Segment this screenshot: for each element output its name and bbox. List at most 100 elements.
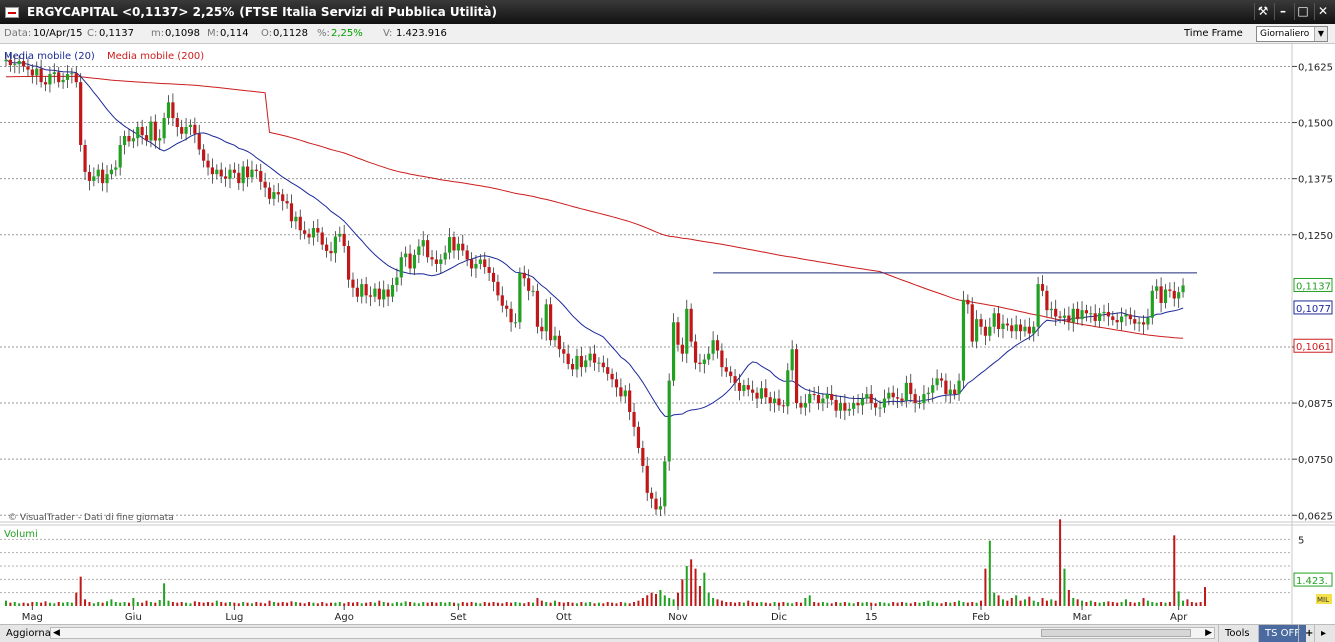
volume-bar [22,602,25,606]
volume-bar [567,602,570,606]
candle-body [245,166,250,178]
candle-body [931,385,935,393]
candle-body [663,461,667,507]
candle-body [122,136,127,145]
volume-bar [1089,600,1092,606]
candle-body [970,304,974,342]
volume-bar [9,602,12,606]
volume-bar [624,602,627,606]
volume-bar [242,602,245,606]
candle-body [698,362,702,365]
candle-body [794,349,799,404]
maximize-icon[interactable]: □ [1294,3,1311,20]
candle-body [171,102,175,119]
volume-bar [514,602,517,606]
candle-body [1076,308,1080,320]
candle-body [461,243,465,251]
candle-body [913,394,917,404]
volume-bar [760,602,763,606]
volume-bar [277,602,280,606]
candle-body [237,172,241,184]
candle-body [746,385,750,390]
volume-bar [97,602,100,606]
timeframe-value: Giornaliero [1260,29,1310,39]
candle-body [79,82,83,145]
volume-bar [545,602,548,606]
volume-bar [633,602,636,606]
price-chart[interactable]: 0,16250,15000,13750,12500,10000,08750,07… [0,44,1335,624]
volume-bar [628,603,631,606]
volume-bar [676,592,679,606]
volume-bar [562,602,565,606]
volume-bar [382,602,385,606]
volume-bar [373,602,376,606]
candle-body [891,392,895,398]
candle-body [39,68,43,83]
volume-bar [738,602,741,606]
volume-bar [1138,602,1141,606]
chevron-down-icon[interactable]: ▼ [1314,27,1327,41]
candle-body [224,176,228,179]
candle-body [1067,315,1071,323]
candle-body [307,233,311,238]
time-tick-label: Lug [225,612,243,623]
scrollbar-thumb[interactable] [1041,629,1191,637]
volume-bar [931,602,934,606]
volume-bar [444,602,447,606]
candle-body [1058,316,1062,318]
volume-bar [773,602,776,606]
candle-body [465,250,469,260]
candle-body [1027,326,1031,334]
volume-bar [558,602,561,606]
scroll-end-icon[interactable]: ▸ [1314,625,1332,642]
candle-body [180,127,184,134]
candle-body [579,355,583,368]
volume-bar [756,602,759,606]
volume-bar [922,602,925,606]
volume-bar [936,602,939,606]
volume-bar [685,566,688,606]
volume-bar [777,602,780,606]
close-icon[interactable]: ✕ [1314,3,1331,20]
candle-body [768,397,772,404]
candle-body [254,169,258,172]
price-tick-label: 0,0750 [1298,455,1333,466]
scroll-right-icon[interactable]: ▶ [1205,625,1212,642]
candle-body [869,394,873,404]
volume-bar [1081,600,1084,606]
candle-body [702,359,706,365]
candle-body [144,135,149,141]
volume-bar [426,602,429,606]
timeframe-select[interactable]: Giornaliero ▼ [1256,26,1328,42]
scroll-left-icon[interactable]: ◀ [53,625,60,642]
volume-bar [457,603,460,606]
volume-bar [404,601,407,606]
candle-body [650,492,654,499]
volume-bar [536,598,539,606]
candle-body [1062,315,1067,318]
minimize-icon[interactable]: – [1274,3,1291,20]
volume-bar [927,600,930,606]
min-label: m: [151,28,165,39]
tools-icon[interactable]: ⚒ [1254,3,1271,20]
candle-body [355,287,359,297]
max-label: M: [207,28,219,39]
candle-body [1102,311,1106,314]
volume-bar [734,602,737,606]
volume-bar [185,602,188,606]
candle-body [1177,292,1181,299]
volume-bar [580,602,583,606]
candle-body [1045,290,1049,311]
candle-body [232,169,236,173]
candle-body [131,138,135,142]
volume-bar [843,602,846,606]
candle-body [1054,308,1058,317]
tools-button[interactable]: Tools [1218,625,1256,642]
volume-bar [1050,599,1053,606]
refresh-button[interactable]: Aggiorna [6,625,51,642]
time-scrollbar[interactable]: ◀ ▶ [50,627,1215,639]
volume-bar [145,600,148,606]
candle-body [13,64,17,66]
volume-bar [1186,599,1189,606]
candle-body [680,344,684,354]
